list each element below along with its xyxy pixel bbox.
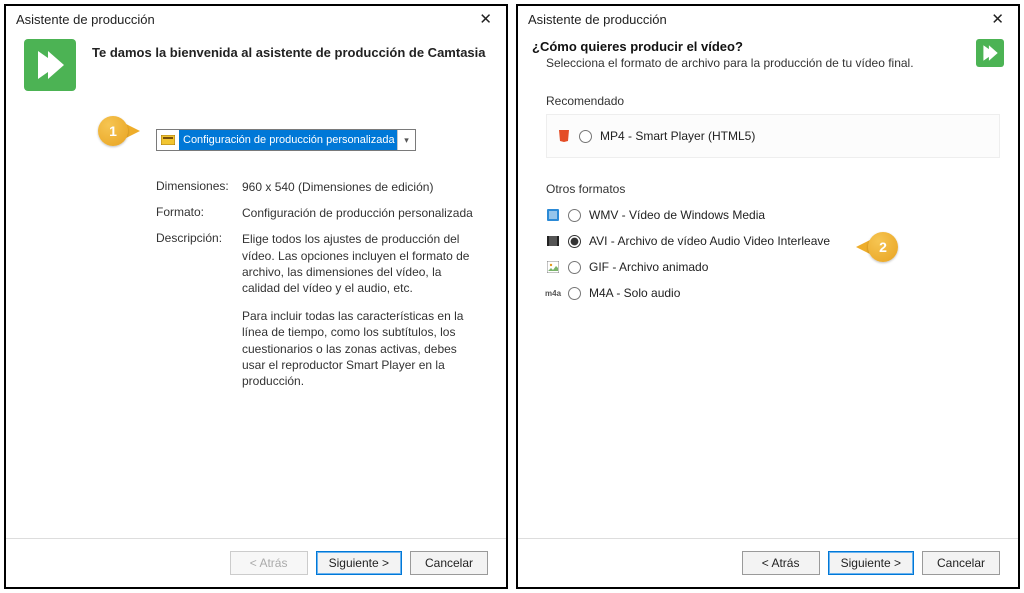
camtasia-logo-icon (976, 39, 1004, 67)
option-m4a[interactable]: m4a M4A - Solo audio (546, 280, 1004, 306)
radio-gif[interactable] (568, 261, 581, 274)
question-block: ¿Cómo quieres producir el vídeo? Selecci… (532, 39, 914, 70)
m4a-icon: m4a (546, 286, 560, 300)
option-gif-label: GIF - Archivo animado (589, 260, 708, 274)
other-formats-group: WMV - Vídeo de Windows Media AVI - Archi… (546, 202, 1004, 306)
avi-icon (546, 234, 560, 248)
next-button[interactable]: Siguiente > (828, 551, 914, 575)
wizard-window-left: Asistente de producción ✕ Te damos la bi… (4, 4, 508, 589)
production-preset-select[interactable]: Configuración de producción personalizad… (156, 129, 416, 151)
wizard-content: Te damos la bienvenida al asistente de p… (6, 31, 506, 538)
option-mp4[interactable]: MP4 - Smart Player (HTML5) (557, 123, 989, 149)
option-avi-label: AVI - Archivo de vídeo Audio Video Inter… (589, 234, 830, 248)
format-value: Configuración de producción personalizad… (242, 205, 476, 221)
html5-icon (557, 129, 571, 143)
close-icon[interactable]: ✕ (475, 12, 496, 27)
dimensions-label: Dimensiones: (156, 179, 242, 195)
gif-icon (546, 260, 560, 274)
format-label: Formato: (156, 205, 242, 221)
annotation-callout-1: 1 (98, 116, 140, 146)
preset-icon (160, 132, 176, 148)
option-wmv-label: WMV - Vídeo de Windows Media (589, 208, 765, 222)
dimensions-value: 960 x 540 (Dimensiones de edición) (242, 179, 476, 195)
preset-details: Dimensiones: 960 x 540 (Dimensiones de e… (156, 179, 476, 401)
titlebar: Asistente de producción ✕ (518, 6, 1018, 31)
wmv-icon (546, 208, 560, 222)
chevron-down-icon: ▾ (397, 130, 415, 150)
question-subtext: Selecciona el formato de archivo para la… (546, 56, 914, 70)
recommended-label: Recomendado (546, 94, 1004, 108)
option-m4a-label: M4A - Solo audio (589, 286, 680, 300)
welcome-heading: Te damos la bienvenida al asistente de p… (92, 45, 486, 60)
radio-m4a[interactable] (568, 287, 581, 300)
next-button[interactable]: Siguiente > (316, 551, 402, 575)
cancel-button[interactable]: Cancelar (922, 551, 1000, 575)
preset-label: Configuración de producción personalizad… (179, 130, 397, 150)
titlebar: Asistente de producción ✕ (6, 6, 506, 31)
radio-mp4[interactable] (579, 130, 592, 143)
wizard-footer: < Atrás Siguiente > Cancelar (6, 538, 506, 587)
wizard-window-right: Asistente de producción ✕ ¿Cómo quieres … (516, 4, 1020, 589)
option-wmv[interactable]: WMV - Vídeo de Windows Media (546, 202, 1004, 228)
other-formats-label: Otros formatos (546, 182, 1004, 196)
back-button: < Atrás (230, 551, 308, 575)
camtasia-logo-icon (24, 39, 76, 91)
description-value: Elige todos los ajustes de producción de… (242, 231, 476, 401)
recommended-group: MP4 - Smart Player (HTML5) (546, 114, 1000, 158)
radio-wmv[interactable] (568, 209, 581, 222)
back-button[interactable]: < Atrás (742, 551, 820, 575)
wizard-content: ¿Cómo quieres producir el vídeo? Selecci… (518, 31, 1018, 538)
radio-avi[interactable] (568, 235, 581, 248)
window-title: Asistente de producción (16, 12, 155, 27)
option-gif[interactable]: GIF - Archivo animado (546, 254, 1004, 280)
question-heading: ¿Cómo quieres producir el vídeo? (532, 39, 914, 54)
option-avi[interactable]: AVI - Archivo de vídeo Audio Video Inter… (546, 228, 1004, 254)
close-icon[interactable]: ✕ (987, 12, 1008, 27)
cancel-button[interactable]: Cancelar (410, 551, 488, 575)
option-mp4-label: MP4 - Smart Player (HTML5) (600, 129, 755, 143)
window-title: Asistente de producción (528, 12, 667, 27)
wizard-footer: < Atrás Siguiente > Cancelar (518, 538, 1018, 587)
description-label: Descripción: (156, 231, 242, 401)
